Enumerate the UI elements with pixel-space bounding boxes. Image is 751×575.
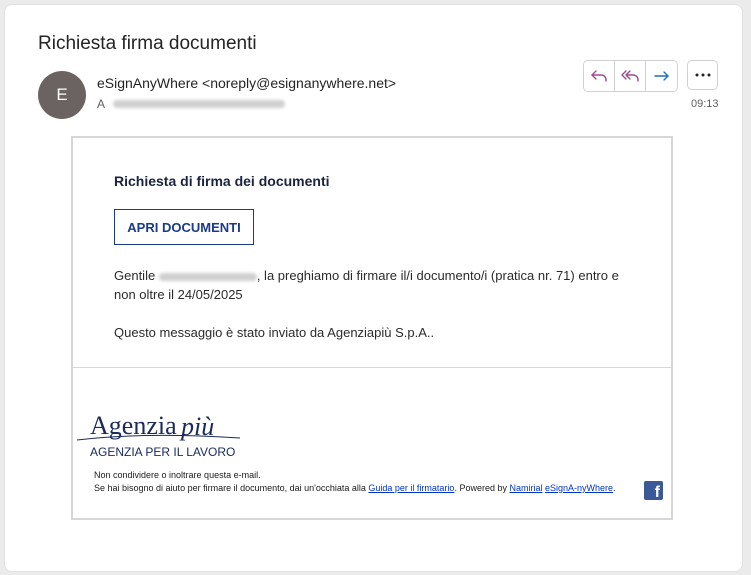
forward-button[interactable] [646, 61, 677, 91]
more-icon [695, 73, 710, 77]
received-time: 09:13 [691, 98, 719, 110]
more-actions-button[interactable] [687, 60, 718, 90]
footer-help-text: Se hai bisogno di aiuto per firmare il d… [94, 483, 369, 493]
facebook-icon[interactable]: f [644, 481, 663, 500]
greeting: Gentile [114, 268, 156, 283]
logo-graphic: Agenzia più AGENZIA PER IL LAVORO [76, 411, 241, 459]
reply-icon [591, 70, 607, 82]
namirial-link[interactable]: Namirial [509, 483, 542, 493]
signer-guide-link[interactable]: Guida per il firmatario [368, 483, 454, 493]
open-documents-button[interactable]: APRI DOCUMENTI [114, 209, 254, 245]
recipient-name-redacted [158, 272, 257, 281]
recipient-line: A [97, 97, 286, 111]
reply-button[interactable] [584, 61, 615, 91]
esignanywhere-link[interactable]: eSignA-nyWhere [545, 483, 613, 493]
sender-avatar[interactable]: E [38, 71, 86, 119]
to-prefix: A [97, 97, 106, 111]
sent-by-text: Questo messaggio è stato inviato da Agen… [114, 325, 435, 340]
reply-all-button[interactable] [615, 61, 646, 91]
email-heading: Richiesta di firma dei documenti [114, 173, 330, 189]
footer-line-2: Se hai bisogno di aiuto per firmare il d… [94, 482, 624, 495]
footer-end: . [613, 483, 616, 493]
message-actions [583, 60, 678, 92]
footer-powered-text: . Powered by [454, 483, 510, 493]
logo-tagline: AGENZIA PER IL LAVORO [90, 445, 235, 459]
agenziapiu-logo: Agenzia più AGENZIA PER IL LAVORO [75, 404, 245, 464]
footer-line-1: Non condividere o inoltrare questa e-mai… [94, 470, 261, 480]
email-reading-pane: Richiesta firma documenti E eSignAnyWher… [4, 4, 743, 572]
sender-address[interactable]: eSignAnyWhere <noreply@esignanywhere.net… [97, 75, 396, 91]
email-subject: Richiesta firma documenti [38, 33, 257, 54]
section-divider [73, 367, 671, 368]
recipient-redacted[interactable] [113, 100, 286, 108]
email-footer: Non condividere o inoltrare questa e-mai… [94, 469, 624, 495]
avatar-letter: E [56, 85, 68, 104]
reply-all-icon [621, 70, 639, 82]
forward-icon [653, 71, 669, 81]
signature-request-text: Gentile , la preghiamo di firmare il/i d… [114, 266, 644, 304]
email-body: Richiesta di firma dei documenti APRI DO… [71, 136, 673, 520]
